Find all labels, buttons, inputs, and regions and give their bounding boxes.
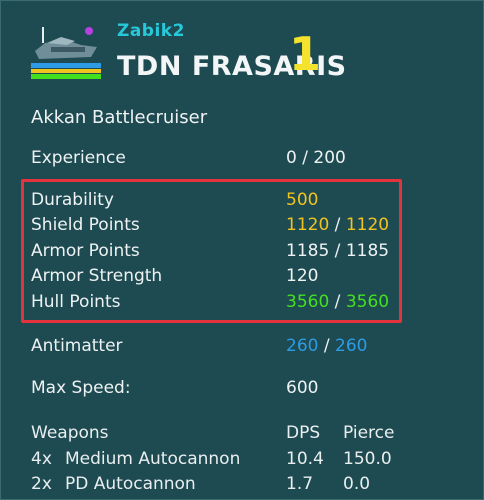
armor-current: 1185	[286, 241, 330, 261]
armor-max: 1185	[345, 241, 390, 261]
weapons-label: Weapons	[31, 423, 109, 443]
hull-max: 3560	[345, 292, 390, 312]
weapon-dps: 1.7	[286, 474, 314, 494]
ship-info-panel: Zabik2 TDN FRASARIS 1 Akkan Battlecruise…	[0, 0, 484, 500]
weapons-pierce-header: Pierce	[343, 423, 395, 443]
battlecruiser-ship-icon	[31, 27, 101, 79]
ship-class: Akkan Battlecruiser	[31, 107, 208, 128]
shield-max: 1120	[345, 215, 390, 235]
max-speed-label: Max Speed:	[31, 378, 131, 398]
weapon-count: 4x	[31, 449, 52, 469]
shield-sep: /	[334, 215, 341, 235]
weapon-pierce: 0.0	[343, 474, 371, 494]
armor-strength-value: 120	[286, 266, 319, 286]
durability-value: 500	[286, 190, 319, 210]
armor-strength-label: Armor Strength	[31, 266, 163, 286]
ship-level: 1	[289, 27, 322, 81]
weapons-dps-header: DPS	[286, 423, 321, 443]
antimatter-value: 260 / 260	[286, 334, 367, 358]
experience-label: Experience	[31, 148, 126, 168]
weapon-name: PD Autocannon	[65, 474, 196, 494]
experience-value: 0 / 200	[286, 146, 346, 170]
armor-points-value: 1185 / 1185	[286, 239, 389, 263]
shield-points-label: Shield Points	[31, 215, 140, 235]
hull-sep: /	[334, 292, 341, 312]
durability-label: Durability	[31, 190, 114, 210]
hull-current: 3560	[286, 292, 330, 312]
shield-points-value: 1120 / 1120	[286, 213, 389, 237]
hull-points-label: Hull Points	[31, 292, 121, 312]
armor-sep: /	[334, 241, 341, 261]
hull-points-value: 3560 / 3560	[286, 290, 389, 314]
max-speed-value: 600	[286, 378, 319, 398]
antimatter-max: 260	[335, 336, 368, 356]
antimatter-current: 260	[286, 336, 319, 356]
experience-current: 0	[286, 148, 297, 168]
weapon-name: Medium Autocannon	[65, 449, 241, 469]
weapon-count: 2x	[31, 474, 52, 494]
experience-sep: /	[302, 148, 308, 168]
weapon-dps: 10.4	[286, 449, 324, 469]
owner-name: Zabik2	[117, 21, 185, 41]
experience-max: 200	[313, 148, 346, 168]
antimatter-label: Antimatter	[31, 336, 123, 356]
weapon-pierce: 150.0	[343, 449, 392, 469]
antimatter-sep: /	[323, 336, 330, 356]
armor-points-label: Armor Points	[31, 241, 140, 261]
shield-current: 1120	[286, 215, 330, 235]
